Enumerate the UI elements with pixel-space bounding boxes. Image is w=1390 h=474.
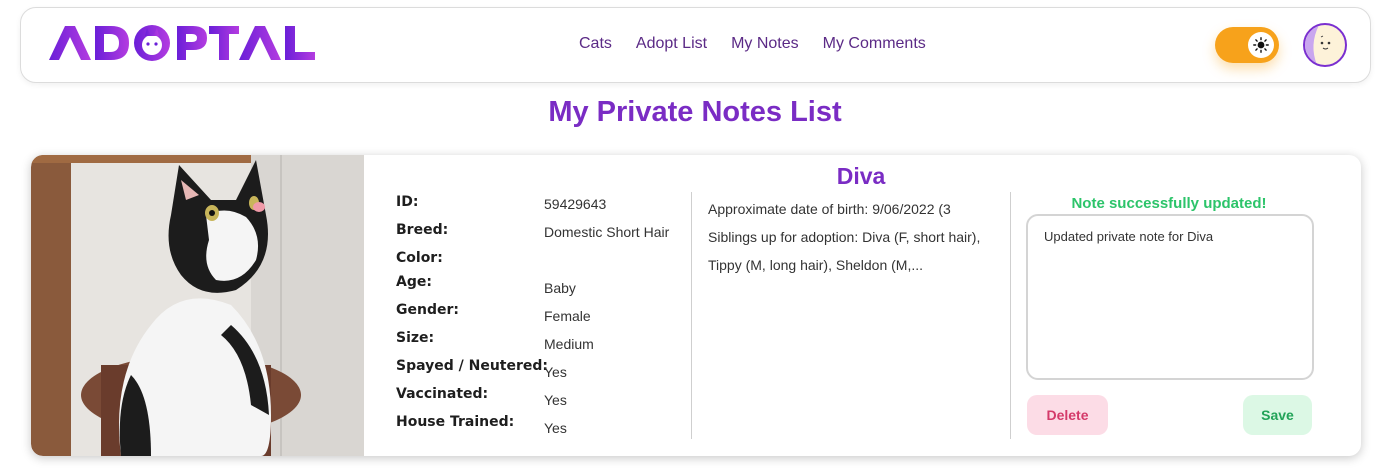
delete-button[interactable]: Delete (1027, 395, 1108, 435)
detail-label: Age: (396, 274, 432, 290)
detail-row-color: Color: (396, 250, 686, 274)
nav-my-notes[interactable]: My Notes (731, 35, 799, 53)
cat-name: Diva (836, 163, 886, 189)
detail-value: Baby (544, 280, 576, 296)
cat-details: ID: 59429643 Breed: Domestic Short Hair … (396, 194, 686, 442)
adoptal-logo[interactable] (49, 22, 319, 68)
detail-row-id: ID: 59429643 (396, 194, 686, 222)
detail-row-house-trained: House Trained: Yes (396, 414, 686, 442)
detail-value: Medium (544, 336, 594, 352)
detail-label: Breed: (396, 222, 449, 238)
detail-value: Domestic Short Hair (544, 224, 670, 240)
save-button[interactable]: Save (1243, 395, 1312, 435)
navbar: Cats Adopt List My Notes My Comments (20, 7, 1371, 83)
detail-row-breed: Breed: Domestic Short Hair (396, 222, 686, 250)
detail-label: Size: (396, 330, 435, 346)
private-note-textarea[interactable]: Updated private note for Diva (1026, 214, 1314, 380)
sun-icon (1248, 32, 1274, 58)
nav-my-comments[interactable]: My Comments (823, 35, 926, 53)
nav-cats[interactable]: Cats (579, 35, 612, 53)
note-status-message: Note successfully updated! (1071, 195, 1267, 212)
divider (1010, 192, 1011, 439)
theme-toggle[interactable] (1215, 27, 1279, 63)
detail-value: 59429643 (544, 196, 607, 212)
note-card: Diva ID: 59429643 Breed: Domestic Short … (31, 155, 1361, 456)
detail-label: Gender: (396, 302, 459, 318)
detail-label: House Trained: (396, 414, 515, 430)
detail-row-gender: Gender: Female (396, 302, 686, 330)
detail-row-size: Size: Medium (396, 330, 686, 358)
detail-label: Vaccinated: (396, 386, 489, 402)
detail-label: ID: (396, 194, 419, 210)
avatar-icon[interactable] (1303, 23, 1347, 67)
main-nav: Cats Adopt List My Notes My Comments (579, 35, 926, 53)
detail-value: Yes (544, 392, 567, 408)
detail-label: Color: (396, 250, 443, 266)
page-title: My Private Notes List (548, 96, 842, 128)
detail-row-vaccinated: Vaccinated: Yes (396, 386, 686, 414)
nav-adopt-list[interactable]: Adopt List (636, 35, 707, 53)
cat-description: Approximate date of birth: 9/06/2022 (3 … (708, 201, 981, 273)
detail-value: Female (544, 308, 591, 324)
detail-row-spayed: Spayed / Neutered: Yes (396, 358, 686, 386)
detail-label: Spayed / Neutered: (396, 358, 549, 374)
detail-value: Yes (544, 420, 567, 436)
divider (691, 192, 692, 439)
detail-row-age: Age: Baby (396, 274, 686, 302)
cat-photo (31, 155, 364, 456)
detail-value: Yes (544, 364, 567, 380)
